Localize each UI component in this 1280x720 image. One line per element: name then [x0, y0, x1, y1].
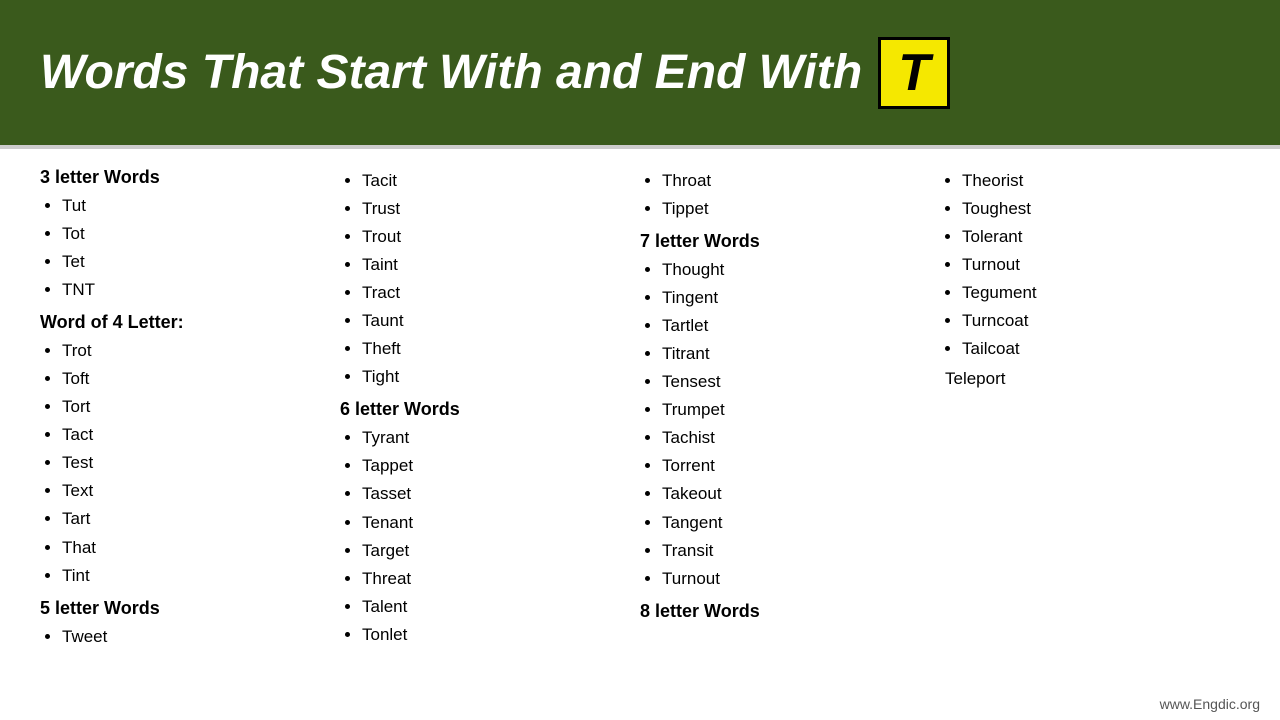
list-4letter: Trot Toft Tort Tact Test Text Tart That … — [40, 337, 330, 589]
list-item: Turnout — [962, 251, 1230, 279]
list-item: Tet — [62, 248, 330, 276]
list-item: Tract — [362, 279, 630, 307]
list-item: Tingent — [662, 284, 930, 312]
list-6letter-cont: Throat Tippet — [640, 167, 930, 223]
column-1: 3 letter Words Tut Tot Tet TNT Word of 4… — [40, 167, 340, 653]
list-7letter: Thought Tingent Tartlet Titrant Tensest … — [640, 256, 930, 593]
list-8letter: Theorist Toughest Tolerant Turnout Tegum… — [940, 167, 1230, 363]
list-item: Trot — [62, 337, 330, 365]
list-item: Tot — [62, 220, 330, 248]
list-item: Tyrant — [362, 424, 630, 452]
list-item: Talent — [362, 593, 630, 621]
list-item: Tart — [62, 505, 330, 533]
list-item: Test — [62, 449, 330, 477]
list-item: Throat — [662, 167, 930, 195]
list-item: Tachist — [662, 424, 930, 452]
list-item: Tappet — [362, 452, 630, 480]
list-5letter: Tweet — [40, 623, 330, 651]
header-title-text: Words That Start With and End With — [40, 45, 862, 100]
list-item: Tasset — [362, 480, 630, 508]
list-item: Tolerant — [962, 223, 1230, 251]
heading-7letter: 7 letter Words — [640, 231, 930, 252]
list-item: Trumpet — [662, 396, 930, 424]
page-header: Words That Start With and End With T — [0, 0, 1280, 145]
list-item: Takeout — [662, 480, 930, 508]
list-item: Tact — [62, 421, 330, 449]
heading-3letter: 3 letter Words — [40, 167, 330, 188]
t-badge: T — [878, 37, 950, 109]
list-item: Titrant — [662, 340, 930, 368]
list-item: Taint — [362, 251, 630, 279]
header-title: Words That Start With and End With T — [40, 37, 950, 109]
list-item: Tartlet — [662, 312, 930, 340]
list-6letter: Tyrant Tappet Tasset Tenant Target Threa… — [340, 424, 630, 648]
list-item: TNT — [62, 276, 330, 304]
plain-word-teleport: Teleport — [940, 365, 1230, 393]
list-item: Tort — [62, 393, 330, 421]
list-item: Toft — [62, 365, 330, 393]
column-2: Tacit Trust Trout Taint Tract Taunt Thef… — [340, 167, 640, 653]
list-item: Torrent — [662, 452, 930, 480]
list-item: Tight — [362, 363, 630, 391]
footer-url: www.Engdic.org — [1160, 696, 1260, 712]
column-4: Theorist Toughest Tolerant Turnout Tegum… — [940, 167, 1240, 653]
heading-6letter: 6 letter Words — [340, 399, 630, 420]
list-item: Tenant — [362, 509, 630, 537]
list-item: Theft — [362, 335, 630, 363]
list-item: Tegument — [962, 279, 1230, 307]
list-item: Text — [62, 477, 330, 505]
list-5letter-cont: Tacit Trust Trout Taint Tract Taunt Thef… — [340, 167, 630, 391]
content-area: 3 letter Words Tut Tot Tet TNT Word of 4… — [0, 149, 1280, 663]
list-3letter: Tut Tot Tet TNT — [40, 192, 330, 304]
column-3: Throat Tippet 7 letter Words Thought Tin… — [640, 167, 940, 653]
list-item: Theorist — [962, 167, 1230, 195]
list-item: Tut — [62, 192, 330, 220]
list-item: Tangent — [662, 509, 930, 537]
list-item: Thought — [662, 256, 930, 284]
list-item: Tonlet — [362, 621, 630, 649]
list-item: Transit — [662, 537, 930, 565]
list-item: Tailcoat — [962, 335, 1230, 363]
list-item: Taunt — [362, 307, 630, 335]
heading-5letter: 5 letter Words — [40, 598, 330, 619]
list-item: Tippet — [662, 195, 930, 223]
list-item: Toughest — [962, 195, 1230, 223]
list-item: Trust — [362, 195, 630, 223]
list-item: Tensest — [662, 368, 930, 396]
list-item: Trout — [362, 223, 630, 251]
list-item: Target — [362, 537, 630, 565]
list-item: Turncoat — [962, 307, 1230, 335]
list-item: That — [62, 534, 330, 562]
list-item: Threat — [362, 565, 630, 593]
list-item: Tint — [62, 562, 330, 590]
list-item: Tweet — [62, 623, 330, 651]
list-item: Turnout — [662, 565, 930, 593]
heading-8letter: 8 letter Words — [640, 601, 930, 622]
list-item: Tacit — [362, 167, 630, 195]
heading-4letter: Word of 4 Letter: — [40, 312, 330, 333]
